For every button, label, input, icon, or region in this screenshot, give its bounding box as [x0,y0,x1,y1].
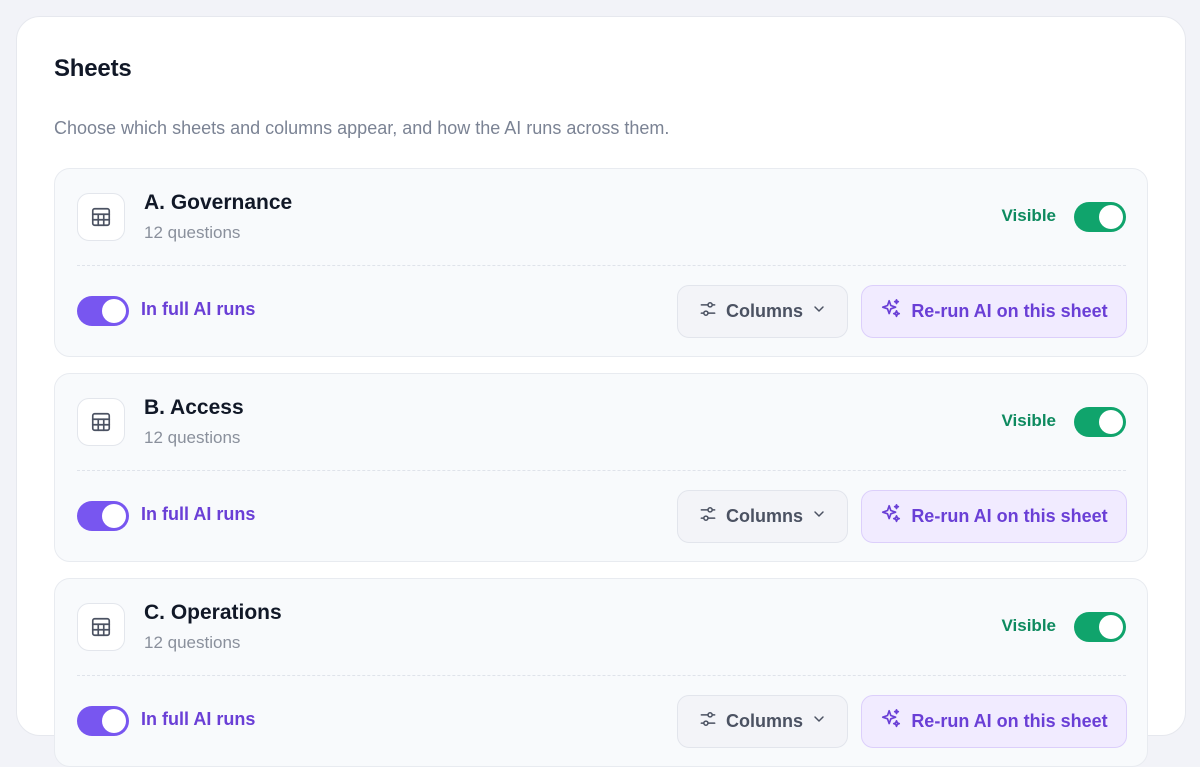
full-ai-runs-toggle[interactable] [77,296,129,326]
toggle-knob [102,299,126,323]
divider [77,675,1126,676]
chevron-down-icon [811,506,827,527]
toggle-knob [102,504,126,528]
sliders-icon [698,299,718,324]
sheet-question-count: 12 questions [144,428,241,447]
sliders-icon [698,504,718,529]
rerun-ai-button[interactable]: Re-run AI on this sheet [861,285,1127,338]
sheets-panel: Sheets Choose which sheets and columns a… [16,16,1186,767]
sparkles-icon [880,503,902,530]
toggle-knob [102,709,126,733]
sheet-card-governance: A. Governance 12 questions Visible In fu… [54,168,1148,357]
visible-label: Visible [1001,411,1057,430]
table-icon [77,193,125,241]
divider [77,265,1126,266]
sliders-icon [698,709,718,734]
toggle-knob [1099,410,1123,434]
visible-label: Visible [1001,206,1057,225]
table-icon [77,398,125,446]
columns-dropdown-button[interactable]: Columns [677,695,848,748]
full-ai-runs-toggle[interactable] [77,706,129,736]
sheet-question-count: 12 questions [144,633,241,652]
sheet-name: A. Governance [144,191,293,214]
sheet-card-access: B. Access 12 questions Visible In full A… [54,373,1148,562]
rerun-ai-button[interactable]: Re-run AI on this sheet [861,490,1127,543]
toggle-knob [1099,615,1123,639]
panel-description: Choose which sheets and columns appear, … [54,118,670,138]
columns-label: Columns [725,301,803,321]
visible-toggle[interactable] [1074,202,1126,232]
chevron-down-icon [811,301,827,322]
visible-toggle[interactable] [1074,407,1126,437]
columns-dropdown-button[interactable]: Columns [677,490,848,543]
visible-label: Visible [1001,616,1057,635]
sparkles-icon [880,298,902,325]
sheet-card-operations: C. Operations 12 questions Visible In fu… [54,578,1148,767]
toggle-knob [1099,205,1123,229]
columns-dropdown-button[interactable]: Columns [677,285,848,338]
rerun-ai-label: Re-run AI on this sheet [911,506,1108,526]
rerun-ai-button[interactable]: Re-run AI on this sheet [861,695,1127,748]
sheet-name: B. Access [144,396,244,419]
full-ai-runs-label: In full AI runs [141,709,256,729]
columns-label: Columns [725,711,803,731]
sheet-name: C. Operations [144,601,282,624]
visible-toggle[interactable] [1074,612,1126,642]
table-icon [77,603,125,651]
full-ai-runs-label: In full AI runs [141,504,256,524]
panel-title: Sheets [54,55,132,82]
columns-label: Columns [725,506,803,526]
rerun-ai-label: Re-run AI on this sheet [911,301,1108,321]
sheet-question-count: 12 questions [144,223,241,242]
chevron-down-icon [811,711,827,732]
rerun-ai-label: Re-run AI on this sheet [911,711,1108,731]
full-ai-runs-toggle[interactable] [77,501,129,531]
full-ai-runs-label: In full AI runs [141,299,256,319]
sparkles-icon [880,708,902,735]
divider [77,470,1126,471]
